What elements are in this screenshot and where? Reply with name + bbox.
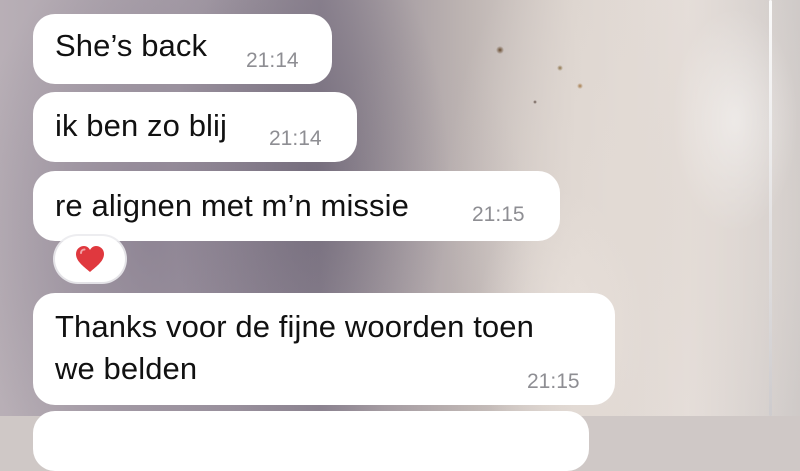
message-bubble-partial[interactable] <box>33 411 589 471</box>
message-text: ik ben zo blij <box>55 108 227 143</box>
message-text: re alignen met m’n missie <box>55 188 409 223</box>
heart-icon <box>76 246 104 272</box>
message-text: She’s back <box>55 28 208 63</box>
message-reaction[interactable] <box>55 236 125 282</box>
message-timestamp: 21:14 <box>246 49 299 72</box>
message-timestamp: 21:15 <box>472 203 525 226</box>
message-bubble[interactable]: She’s back 21:14 <box>33 14 332 84</box>
message-bubble[interactable]: re alignen met m’n missie 21:15 <box>33 171 560 241</box>
message-bubble[interactable]: ik ben zo blij 21:14 <box>33 92 357 162</box>
message-bubble[interactable]: Thanks voor de fijne woorden toen we bel… <box>33 293 615 405</box>
message-timestamp: 21:14 <box>269 127 322 150</box>
message-timestamp: 21:15 <box>527 370 580 393</box>
message-text-line: Thanks voor de fijne woorden toen <box>55 309 534 344</box>
message-text-line: we belden <box>55 351 198 386</box>
message-list[interactable]: She’s back 21:14 ik ben zo blij 21:14 re… <box>0 0 800 471</box>
